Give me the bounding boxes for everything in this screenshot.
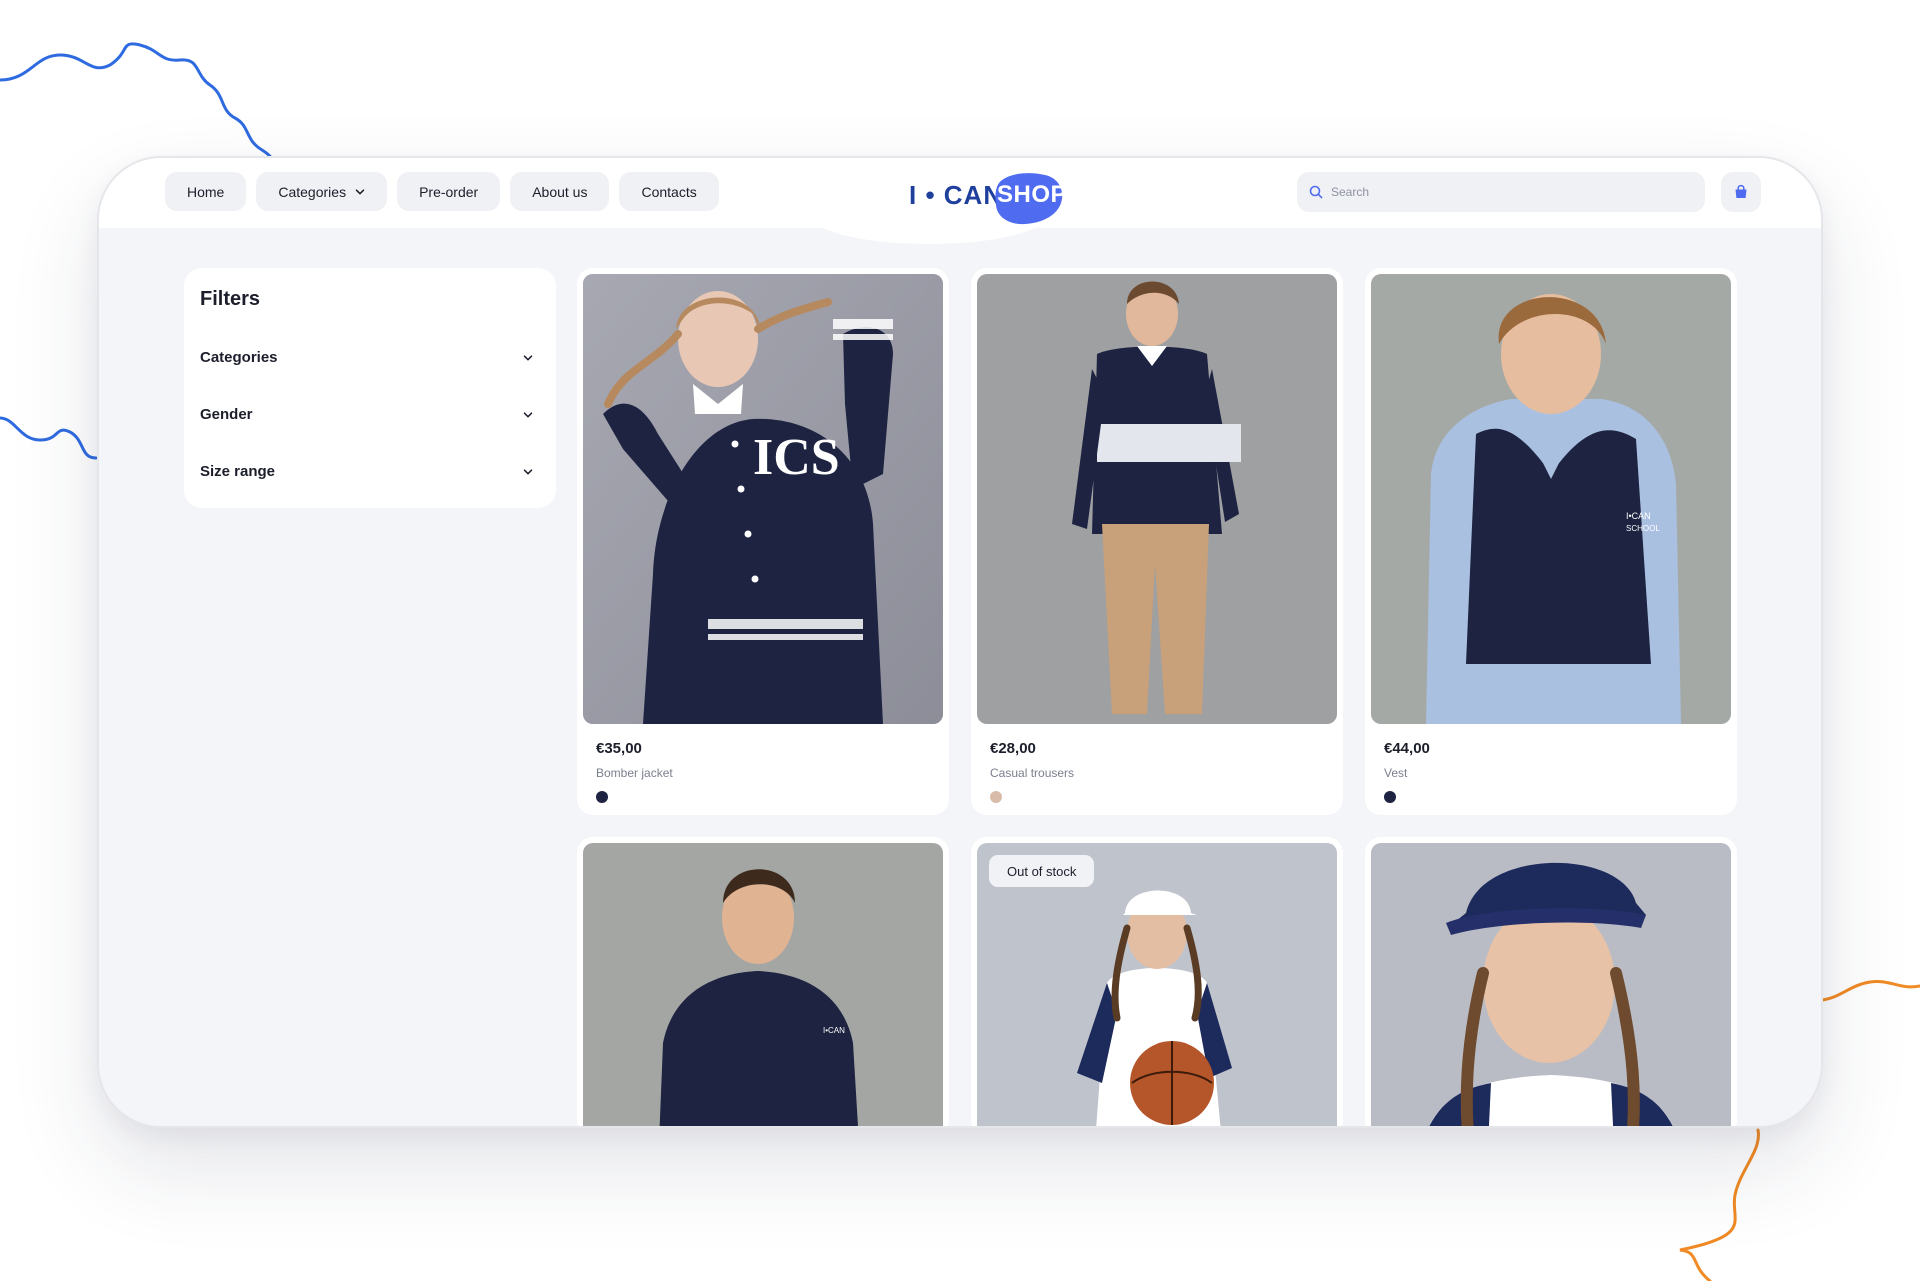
svg-text:I•CAN: I•CAN (1626, 511, 1651, 521)
filter-label: Gender (200, 406, 253, 423)
color-swatch[interactable] (596, 791, 608, 803)
chevron-down-icon[interactable] (518, 405, 538, 425)
nav-about-button[interactable]: About us (510, 172, 610, 211)
filters-panel: Filters Categories Gender Size range (184, 268, 556, 508)
out-of-stock-badge: Out of stock (989, 855, 1095, 887)
product-name: Vest (1384, 766, 1408, 780)
svg-text:ICS: ICS (753, 429, 840, 486)
product-price: €28,00 (990, 740, 1036, 757)
product-grid: ICS €35,00 Bomber jacket €28,00 Casual t… (577, 268, 1737, 1126)
search-icon (1309, 185, 1323, 199)
product-card[interactable]: I•CAN SCHOOL €44,00 Vest (1365, 268, 1737, 815)
product-card[interactable]: I•CAN (577, 837, 949, 1126)
nav-home-button[interactable]: Home (165, 172, 247, 211)
product-image[interactable]: I•CAN SCHOOL (1371, 274, 1731, 724)
product-image[interactable] (977, 274, 1337, 724)
product-card[interactable]: Out of stock (971, 837, 1343, 1126)
product-price: €35,00 (596, 740, 642, 757)
chevron-down-icon[interactable] (518, 348, 538, 368)
logo-shop-text: SHOP (997, 181, 1068, 208)
logo-text: I • CAN (909, 180, 1004, 210)
filter-categories[interactable]: Categories (200, 329, 540, 386)
nav-categories-button[interactable]: Categories (256, 172, 388, 211)
nav-contacts-button[interactable]: Contacts (619, 172, 719, 211)
search-bar[interactable] (1297, 172, 1705, 212)
svg-text:I•CAN: I•CAN (823, 1026, 845, 1035)
filter-gender[interactable]: Gender (200, 386, 540, 443)
product-image[interactable]: ICS (583, 274, 943, 724)
filter-label: Categories (200, 349, 278, 366)
app-window: Home Categories Pre-order About us Conta… (97, 156, 1823, 1128)
color-swatch[interactable] (1384, 791, 1396, 803)
page: Home Categories Pre-order About us Conta… (0, 0, 1920, 1281)
product-image[interactable] (1371, 843, 1731, 1126)
shopping-bag-icon (1735, 184, 1747, 198)
filters-title: Filters (200, 288, 261, 310)
product-price: €44,00 (1384, 740, 1430, 757)
main-nav: Home Categories Pre-order About us Conta… (165, 172, 719, 211)
nav-preorder-button[interactable]: Pre-order (397, 172, 501, 211)
cart-button[interactable] (1721, 172, 1761, 212)
filter-label: Size range (200, 463, 276, 480)
svg-text:SCHOOL: SCHOOL (1626, 524, 1660, 533)
search-input[interactable] (1331, 185, 1691, 199)
filter-size-range[interactable]: Size range (200, 443, 540, 500)
nav-categories-label: Categories (278, 183, 347, 200)
chevron-down-icon[interactable] (518, 462, 538, 482)
color-swatch[interactable] (990, 791, 1002, 803)
product-card[interactable]: ICS €35,00 Bomber jacket (577, 268, 949, 815)
chevron-down-icon (355, 188, 365, 194)
product-name: Casual trousers (990, 766, 1075, 780)
product-card[interactable] (1365, 837, 1737, 1126)
product-image[interactable]: I•CAN (583, 843, 943, 1126)
product-name: Bomber jacket (596, 766, 673, 780)
product-card[interactable]: €28,00 Casual trousers (971, 268, 1343, 815)
brand-logo[interactable]: I • CAN SHOP (909, 169, 1067, 227)
product-image[interactable]: Out of stock (977, 843, 1337, 1126)
